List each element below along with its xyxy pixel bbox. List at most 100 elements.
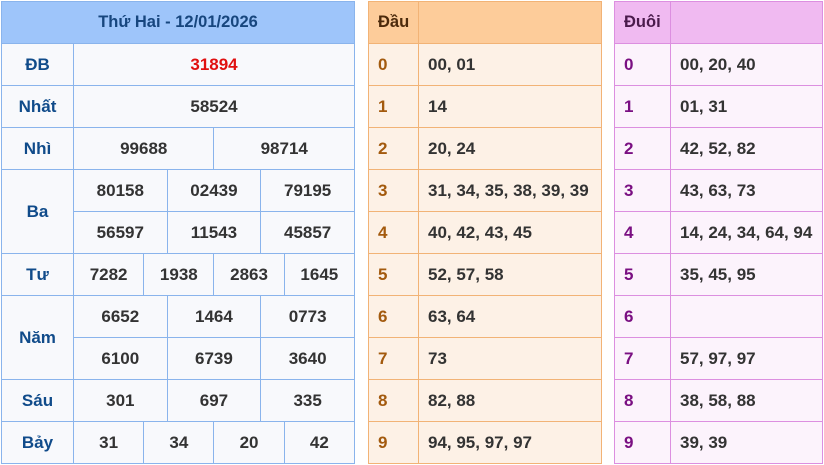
prize-value-ba: 56597 [73, 211, 168, 254]
prize-label-nhat: Nhất [1, 85, 74, 128]
prize-label-sau: Sáu [1, 379, 74, 422]
duoi-digit: 3 [614, 169, 671, 212]
dau-row: 7 73 [368, 337, 602, 380]
duoi-values: 14, 24, 34, 64, 94 [670, 211, 823, 254]
dau-digit: 8 [368, 379, 419, 422]
dau-values: 73 [418, 337, 602, 380]
duoi-digit: 1 [614, 85, 671, 128]
duoi-row: 0 00, 20, 40 [614, 43, 823, 86]
prize-row-nhat: Nhất 58524 [1, 85, 355, 128]
duoi-digit: 4 [614, 211, 671, 254]
duoi-values: 57, 97, 97 [670, 337, 823, 380]
duoi-digit: 8 [614, 379, 671, 422]
prize-value-ba: 02439 [166, 169, 262, 212]
dau-digit: 2 [368, 127, 419, 170]
prize-value-sau: 301 [73, 379, 168, 422]
prize-value-bay: 31 [72, 421, 145, 464]
prize-label-nhi: Nhì [1, 127, 74, 170]
prize-row-nhi: Nhì 99688 98714 [1, 127, 355, 170]
prize-value-tu: 1645 [283, 253, 356, 296]
duoi-digit: 2 [614, 127, 671, 170]
dau-values: 63, 64 [418, 295, 602, 338]
results-title: Thứ Hai - 12/01/2026 [1, 1, 355, 44]
prize-row-ba: Ba 80158 02439 79195 [1, 169, 355, 254]
dau-row: 5 52, 57, 58 [368, 253, 602, 296]
prize-label-bay: Bảy [1, 421, 74, 464]
dau-header: Đầu [368, 1, 419, 44]
dau-row: 2 20, 24 [368, 127, 602, 170]
dau-digit: 4 [368, 211, 419, 254]
duoi-row: 8 38, 58, 88 [614, 379, 823, 422]
duoi-values: 39, 39 [670, 421, 823, 464]
duoi-values: 42, 52, 82 [670, 127, 823, 170]
prize-value-tu: 7282 [72, 253, 145, 296]
prize-value-nam: 3640 [260, 337, 355, 380]
prize-value-nam: 6739 [166, 337, 262, 380]
dau-digit: 9 [368, 421, 419, 464]
prize-label-nam: Năm [1, 295, 74, 380]
dau-values: 82, 88 [418, 379, 602, 422]
prize-row-db: ĐB 31894 [1, 43, 355, 86]
duoi-digit: 9 [614, 421, 671, 464]
prize-value-nhat: 58524 [73, 85, 355, 128]
dau-row: 3 31, 34, 35, 38, 39, 39 [368, 169, 602, 212]
dau-values: 52, 57, 58 [418, 253, 602, 296]
duoi-values: 38, 58, 88 [670, 379, 823, 422]
prize-value-nam: 6652 [73, 295, 168, 338]
duoi-values: 00, 20, 40 [670, 43, 823, 86]
dau-row: 1 14 [368, 85, 602, 128]
prize-value-ba: 80158 [73, 169, 168, 212]
dau-values: 20, 24 [418, 127, 602, 170]
duoi-row: 5 35, 45, 95 [614, 253, 823, 296]
prize-row-tu: Tư 7282 1938 2863 1645 [1, 253, 356, 296]
dau-row: 8 82, 88 [368, 379, 602, 422]
dau-row: 6 63, 64 [368, 295, 602, 338]
prize-value-nhi: 99688 [72, 127, 215, 170]
dau-digit: 6 [368, 295, 419, 338]
duoi-digit: 0 [614, 43, 671, 86]
prize-value-nhi: 98714 [213, 127, 355, 170]
duoi-row: 1 01, 31 [614, 85, 823, 128]
duoi-values: 01, 31 [670, 85, 823, 128]
prize-row-nam: Năm 6652 1464 0773 [1, 295, 355, 380]
duoi-row: 9 39, 39 [614, 421, 823, 464]
dau-values: 00, 01 [418, 43, 602, 86]
prize-label-ba: Ba [1, 169, 74, 254]
duoi-values: 43, 63, 73 [670, 169, 823, 212]
prize-value-tu: 1938 [143, 253, 215, 296]
dau-digit: 0 [368, 43, 419, 86]
prize-value-ba: 79195 [260, 169, 355, 212]
prize-value-ba: 45857 [260, 211, 355, 254]
dau-digit: 1 [368, 85, 419, 128]
dau-values: 31, 34, 35, 38, 39, 39 [418, 169, 602, 212]
prize-value-tu: 2863 [213, 253, 285, 296]
prize-value-nam: 0773 [260, 295, 355, 338]
dau-table: Đầu 0 00, 01 1 14 2 20, 24 3 31, 34, 35, 38,… [368, 1, 602, 464]
dau-row: 9 94, 95, 97, 97 [368, 421, 602, 464]
duoi-digit: 7 [614, 337, 671, 380]
duoi-values [670, 295, 823, 338]
dau-digit: 7 [368, 337, 419, 380]
prize-label-db: ĐB [1, 43, 74, 86]
results-table: Thứ Hai - 12/01/2026 ĐB 31894 Nhất 58524… [1, 1, 356, 464]
duoi-table: Đuôi 0 00, 20, 40 1 01, 31 2 42, 52, 82 3 43… [614, 1, 823, 464]
dau-digit: 3 [368, 169, 419, 212]
prize-value-bay: 20 [213, 421, 285, 464]
duoi-header-blank [670, 1, 823, 44]
duoi-row: 4 14, 24, 34, 64, 94 [614, 211, 823, 254]
dau-values: 94, 95, 97, 97 [418, 421, 602, 464]
duoi-digit: 6 [614, 295, 671, 338]
duoi-row: 3 43, 63, 73 [614, 169, 823, 212]
duoi-digit: 5 [614, 253, 671, 296]
dau-values: 14 [418, 85, 602, 128]
prize-value-db: 31894 [73, 43, 355, 86]
dau-values: 40, 42, 43, 45 [418, 211, 602, 254]
duoi-row: 2 42, 52, 82 [614, 127, 823, 170]
prize-value-nam: 6100 [73, 337, 168, 380]
duoi-values: 35, 45, 95 [670, 253, 823, 296]
prize-value-bay: 42 [283, 421, 356, 464]
prize-value-nam: 1464 [166, 295, 262, 338]
prize-row-bay: Bảy 31 34 20 42 [1, 421, 356, 464]
duoi-row: 6 [614, 295, 823, 338]
dau-row: 0 00, 01 [368, 43, 602, 86]
